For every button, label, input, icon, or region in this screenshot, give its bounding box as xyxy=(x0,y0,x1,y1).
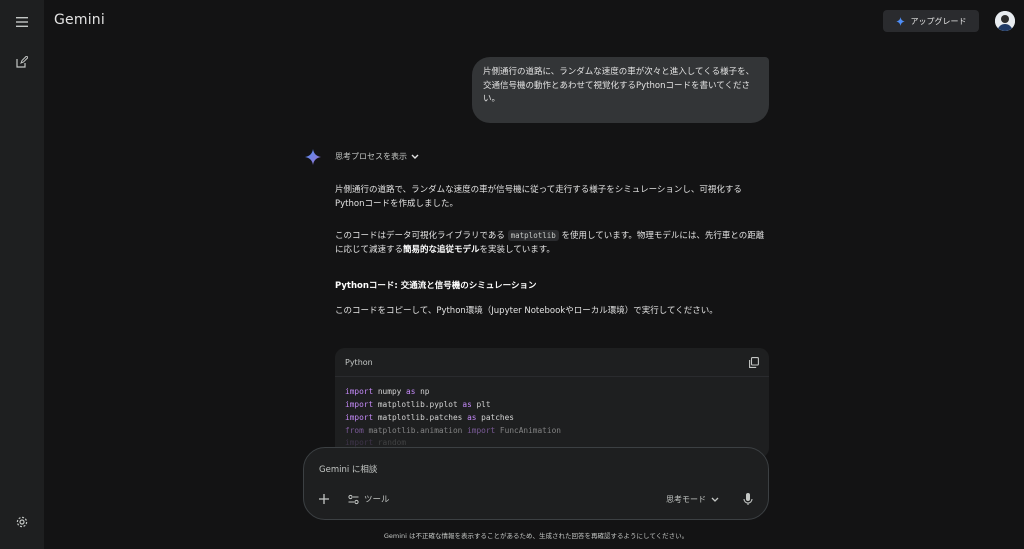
menu-icon[interactable] xyxy=(12,12,32,32)
tools-icon xyxy=(348,494,359,504)
prompt-input[interactable]: Gemini に相談 xyxy=(319,463,377,475)
chevron-down-icon xyxy=(411,154,419,159)
main-area: Gemini アップグレード 片側通行の道路に、ランダムな速度の車が次々と進入し… xyxy=(44,0,1024,549)
sparkle-icon xyxy=(895,16,905,26)
code-text: numpy xyxy=(373,387,407,396)
code-language: Python xyxy=(345,357,373,367)
code-text: np xyxy=(415,387,430,396)
code-keyword: import xyxy=(345,412,374,422)
code-line: import matplotlib.patches as patches xyxy=(345,412,759,425)
tools-button[interactable]: ツール xyxy=(348,493,390,505)
code-line: import numpy as np xyxy=(345,386,759,399)
disclaimer-text: Gemini は不正確な情報を表示することがあるため、生成された回答を再確認する… xyxy=(383,532,689,540)
code-header: Python xyxy=(335,348,769,377)
code-keyword: import xyxy=(467,425,496,435)
upgrade-button[interactable]: アップグレード xyxy=(883,10,979,32)
code-text: plt xyxy=(471,399,491,409)
tools-label: ツール xyxy=(364,495,390,505)
code-keyword: from xyxy=(345,425,364,435)
plus-icon[interactable] xyxy=(318,493,332,507)
code-text: matplotlib.animation xyxy=(363,425,468,435)
microphone-icon[interactable] xyxy=(741,492,755,506)
code-text: FuncAnimation xyxy=(495,425,561,435)
code-text: matplotlib.patches xyxy=(373,412,468,422)
response-paragraph-3: このコードをコピーして、Python環境（Jupyter Notebookやロー… xyxy=(335,306,718,316)
response-paragraph-1: 片側通行の道路で、ランダムな速度の車が信号機に従って走行する様子をシミュレーショ… xyxy=(335,185,742,210)
bold-text: 簡易的な追従モデル xyxy=(403,245,480,256)
upgrade-label: アップグレード xyxy=(910,16,967,26)
code-text: patches xyxy=(476,412,515,422)
app-title: Gemini xyxy=(54,12,105,28)
mode-selector[interactable]: 思考モード xyxy=(666,494,719,505)
chevron-down-icon xyxy=(711,497,719,502)
show-thinking-toggle[interactable]: 思考プロセスを表示 xyxy=(335,151,419,162)
text-span: を実装しています。 xyxy=(479,245,555,256)
prompt-composer[interactable]: Gemini に相談 ツール 思考モード xyxy=(303,447,769,520)
code-text: matplotlib.pyplot xyxy=(373,399,463,409)
code-keyword: as xyxy=(406,387,416,396)
thinking-label: 思考プロセスを表示 xyxy=(335,152,407,161)
mode-label: 思考モード xyxy=(666,495,706,504)
code-content: import numpy as np import matplotlib.pyp… xyxy=(335,377,769,458)
gemini-sparkle-icon xyxy=(305,149,321,165)
user-message: 片側通行の道路に、ランダムな速度の車が次々と進入してくる様子を、交通信号機の動作… xyxy=(472,57,769,123)
code-block: Python import numpy as np import matplot… xyxy=(335,348,769,458)
code-keyword: import xyxy=(345,399,374,409)
text-span: このコードはデータ可視化ライブラリである xyxy=(335,231,505,241)
copy-icon[interactable] xyxy=(749,356,759,368)
response-paragraph-2: このコードはデータ可視化ライブラリである matplotlib を使用しています… xyxy=(335,229,771,258)
new-chat-icon[interactable] xyxy=(12,52,32,72)
code-keyword: import xyxy=(345,387,374,396)
code-line: import matplotlib.pyplot as plt xyxy=(345,399,759,412)
settings-icon[interactable] xyxy=(12,512,32,532)
sidebar-rail xyxy=(0,0,44,549)
inline-code: matplotlib xyxy=(507,230,559,241)
code-keyword: as xyxy=(462,399,472,409)
code-line: from matplotlib.animation import FuncAni… xyxy=(345,425,759,438)
response-heading: Pythonコード: 交通流と信号機のシミュレーション xyxy=(335,281,537,291)
avatar[interactable] xyxy=(995,11,1015,31)
